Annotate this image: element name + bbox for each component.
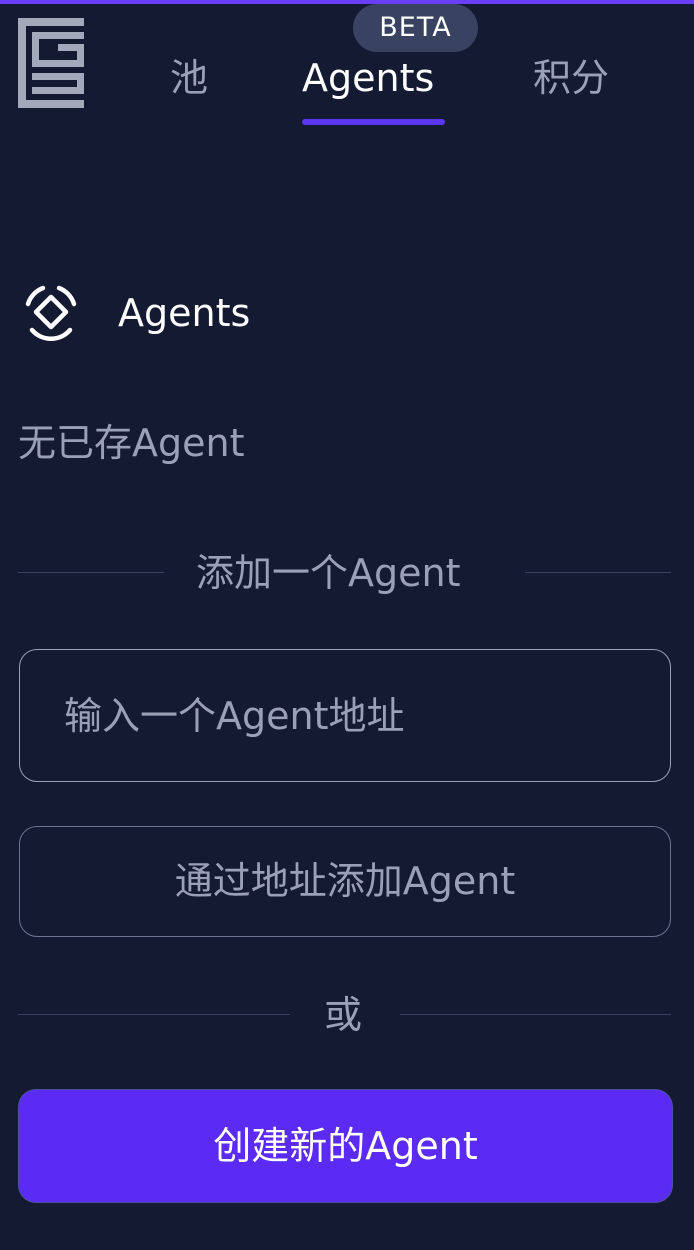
app-logo-icon[interactable] xyxy=(18,18,84,108)
tab-points[interactable]: 积分 xyxy=(533,52,609,104)
create-new-agent-button[interactable]: 创建新的Agent xyxy=(18,1089,673,1203)
divider-line-left xyxy=(18,572,164,573)
or-divider-label: 或 xyxy=(324,993,363,1037)
agents-diamond-icon xyxy=(25,285,77,341)
divider-line-right xyxy=(525,572,671,573)
section-title: Agents xyxy=(118,291,251,335)
tab-agents[interactable]: Agents xyxy=(302,52,434,104)
top-accent-bar xyxy=(0,0,694,4)
or-divider-line-left xyxy=(18,1014,290,1015)
empty-agents-message: 无已存Agent xyxy=(18,421,245,465)
agent-address-input[interactable] xyxy=(19,649,671,782)
tab-pool[interactable]: 池 xyxy=(170,52,208,104)
add-agent-divider-label: 添加一个Agent xyxy=(196,551,461,595)
active-tab-underline xyxy=(302,119,445,125)
or-divider-line-right xyxy=(400,1014,671,1015)
beta-badge: BETA xyxy=(353,4,478,52)
add-by-address-button[interactable]: 通过地址添加Agent xyxy=(19,826,671,937)
